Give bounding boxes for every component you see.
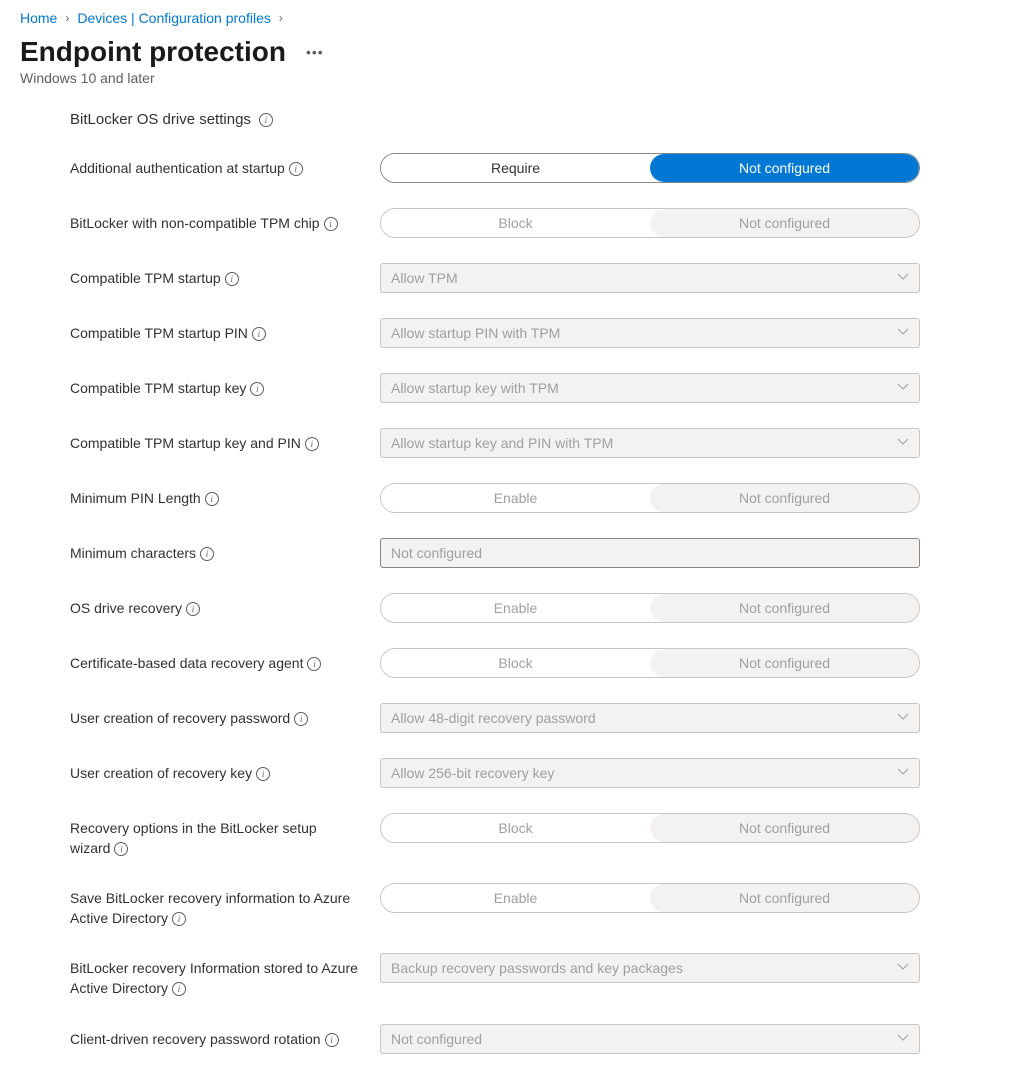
info-icon[interactable]: i [259,113,273,127]
toggle-option-block: Block [381,209,650,237]
chevron-down-icon [897,710,909,726]
setting-min-pin-length: Minimum PIN Lengthi Enable Not configure… [70,483,1004,513]
toggle-option-not-configured: Not configured [650,594,919,622]
info-icon[interactable]: i [186,602,200,616]
setting-compat-tpm-key-pin: Compatible TPM startup key and PINi Allo… [70,428,1004,458]
select-recovery-info-stored: Backup recovery passwords and key packag… [380,953,920,983]
toggle-min-pin-length: Enable Not configured [380,483,920,513]
section-header-text: BitLocker OS drive settings [70,111,251,128]
setting-label: Certificate-based data recovery agenti [70,648,360,674]
chevron-right-icon: › [65,11,69,25]
chevron-down-icon [897,765,909,781]
toggle-option-not-configured: Not configured [650,649,919,677]
info-icon[interactable]: i [256,767,270,781]
setting-user-recovery-password: User creation of recovery passwordi Allo… [70,703,1004,733]
info-icon[interactable]: i [200,547,214,561]
select-compat-tpm-pin: Allow startup PIN with TPM [380,318,920,348]
toggle-option-enable: Enable [381,594,650,622]
select-compat-tpm-startup: Allow TPM [380,263,920,293]
more-actions-button[interactable]: ••• [306,44,324,60]
breadcrumb-devices[interactable]: Devices | Configuration profiles [77,10,271,26]
info-icon[interactable]: i [252,327,266,341]
info-icon[interactable]: i [305,437,319,451]
select-user-recovery-key: Allow 256-bit recovery key [380,758,920,788]
info-icon[interactable]: i [324,217,338,231]
setting-label: BitLocker recovery Information stored to… [70,953,360,998]
setting-cert-recovery-agent: Certificate-based data recovery agenti B… [70,648,1004,678]
info-icon[interactable]: i [225,272,239,286]
setting-compat-tpm-pin: Compatible TPM startup PINi Allow startu… [70,318,1004,348]
setting-label: Client-driven recovery password rotation… [70,1024,360,1050]
setting-label: Minimum charactersi [70,538,360,564]
chevron-down-icon [897,1031,909,1047]
toggle-option-not-configured: Not configured [650,884,919,912]
setting-non-compat-tpm: BitLocker with non-compatible TPM chipi … [70,208,1004,238]
setting-label: OS drive recoveryi [70,593,360,619]
toggle-non-compat-tpm: Block Not configured [380,208,920,238]
select-client-rotation: Not configured [380,1024,920,1054]
info-icon[interactable]: i [325,1033,339,1047]
setting-auth-startup: Additional authentication at startupi Re… [70,153,1004,183]
info-icon[interactable]: i [205,492,219,506]
toggle-recovery-options-wizard: Block Not configured [380,813,920,843]
breadcrumb-home[interactable]: Home [20,10,57,26]
setting-label: Compatible TPM startup key and PINi [70,428,360,454]
select-user-recovery-password: Allow 48-digit recovery password [380,703,920,733]
input-min-chars: Not configured [380,538,920,568]
setting-label: Additional authentication at startupi [70,153,360,179]
chevron-right-icon: › [279,11,283,25]
info-icon[interactable]: i [289,162,303,176]
setting-label: Save BitLocker recovery information to A… [70,883,360,928]
setting-compat-tpm-startup: Compatible TPM startupi Allow TPM [70,263,1004,293]
info-icon[interactable]: i [114,842,128,856]
toggle-option-block: Block [381,649,650,677]
toggle-os-drive-recovery: Enable Not configured [380,593,920,623]
setting-label: Compatible TPM startup keyi [70,373,360,399]
select-compat-tpm-key-pin: Allow startup key and PIN with TPM [380,428,920,458]
toggle-option-block: Block [381,814,650,842]
setting-recovery-info-stored: BitLocker recovery Information stored to… [70,953,1004,998]
chevron-down-icon [897,270,909,286]
toggle-option-require[interactable]: Require [381,154,650,182]
page-subtitle: Windows 10 and later [20,70,1004,86]
breadcrumb: Home › Devices | Configuration profiles … [20,10,1004,26]
setting-label: Compatible TPM startup PINi [70,318,360,344]
setting-label: User creation of recovery keyi [70,758,360,784]
page-header: Endpoint protection ••• [20,36,1004,68]
setting-label: Compatible TPM startupi [70,263,360,289]
toggle-option-not-configured: Not configured [650,209,919,237]
toggle-option-not-configured: Not configured [650,814,919,842]
toggle-save-recovery-aad: Enable Not configured [380,883,920,913]
page-title: Endpoint protection [20,36,286,68]
toggle-auth-startup[interactable]: Require Not configured [380,153,920,183]
toggle-cert-recovery-agent: Block Not configured [380,648,920,678]
toggle-option-not-configured[interactable]: Not configured [650,154,919,182]
setting-recovery-options-wizard: Recovery options in the BitLocker setup … [70,813,1004,858]
chevron-down-icon [897,435,909,451]
setting-user-recovery-key: User creation of recovery keyi Allow 256… [70,758,1004,788]
setting-label: Minimum PIN Lengthi [70,483,360,509]
setting-save-recovery-aad: Save BitLocker recovery information to A… [70,883,1004,928]
setting-label: User creation of recovery passwordi [70,703,360,729]
select-compat-tpm-key: Allow startup key with TPM [380,373,920,403]
chevron-down-icon [897,960,909,976]
setting-label: Recovery options in the BitLocker setup … [70,813,360,858]
info-icon[interactable]: i [250,382,264,396]
toggle-option-enable: Enable [381,484,650,512]
setting-label: BitLocker with non-compatible TPM chipi [70,208,360,234]
toggle-option-enable: Enable [381,884,650,912]
chevron-down-icon [897,325,909,341]
chevron-down-icon [897,380,909,396]
info-icon[interactable]: i [307,657,321,671]
info-icon[interactable]: i [294,712,308,726]
toggle-option-not-configured: Not configured [650,484,919,512]
setting-os-drive-recovery: OS drive recoveryi Enable Not configured [70,593,1004,623]
info-icon[interactable]: i [172,982,186,996]
setting-compat-tpm-key: Compatible TPM startup keyi Allow startu… [70,373,1004,403]
info-icon[interactable]: i [172,912,186,926]
setting-client-rotation: Client-driven recovery password rotation… [70,1024,1004,1054]
setting-min-chars: Minimum charactersi Not configured [70,538,1004,568]
section-header: BitLocker OS drive settings i [70,111,1004,128]
